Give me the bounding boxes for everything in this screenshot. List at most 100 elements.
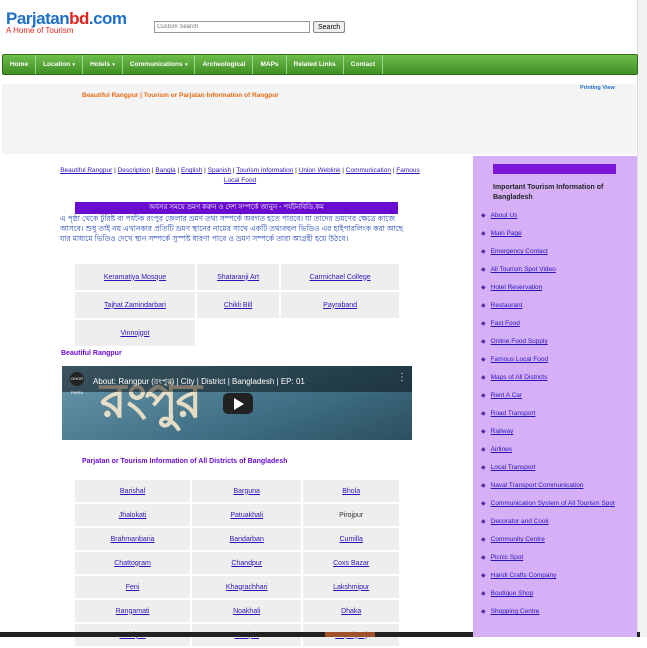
play-button-icon[interactable] xyxy=(223,393,253,414)
sidebar-link[interactable]: Emergency Contact xyxy=(491,248,548,255)
sidebar-item[interactable]: ◆ Shopping Centre xyxy=(481,608,615,626)
place-link[interactable]: Noakhali xyxy=(233,608,260,615)
section-link[interactable]: Beautiful Rangpur xyxy=(60,167,112,174)
sidebar-item[interactable]: ◆ Fast Food xyxy=(481,320,615,338)
place-link[interactable]: Barguna xyxy=(233,488,259,495)
sidebar-item[interactable]: ◆ Restaurant xyxy=(481,302,615,320)
sidebar-item[interactable]: ◆ Online Food Supply xyxy=(481,338,615,356)
video-player[interactable]: রংপুর GHOR PHIRA About: Rangpur (রংপুর) … xyxy=(62,366,412,440)
page-scrollbar[interactable] xyxy=(637,0,647,637)
video-title[interactable]: About: Rangpur (রংপুর) | City | District… xyxy=(93,376,305,389)
sidebar-item[interactable]: ◆ Main Page xyxy=(481,230,615,248)
sidebar-item[interactable]: ◆ Community Centre xyxy=(481,536,615,554)
sidebar-link[interactable]: Airlines xyxy=(491,446,512,453)
sidebar-item[interactable]: ◆ Boutique Shop xyxy=(481,590,615,608)
section-link[interactable]: Spanish xyxy=(208,167,232,174)
sidebar-link[interactable]: Shopping Centre xyxy=(491,608,540,615)
nav-item-contact[interactable]: Contact xyxy=(344,55,383,74)
table-cell: Lakshmipur xyxy=(303,576,399,598)
sidebar-item[interactable]: ◆ Emergency Contact xyxy=(481,248,615,266)
place-link[interactable]: Tajhat Zamindarbari xyxy=(104,302,166,309)
sidebar-item[interactable]: ◆ About Us xyxy=(481,212,615,230)
place-link[interactable]: Chandpur xyxy=(231,560,262,567)
place-link[interactable]: Shataranji Art xyxy=(217,274,259,281)
section-link[interactable]: Description xyxy=(118,167,151,174)
sidebar-link[interactable]: Rent A Car xyxy=(491,392,522,399)
place-label: Pirojpur xyxy=(339,511,364,519)
nav-item-maps[interactable]: MAPs xyxy=(253,55,287,74)
sidebar-item[interactable]: ◆ Handi Crafts Company xyxy=(481,572,615,590)
sidebar-item[interactable]: ◆ Road Transport xyxy=(481,410,615,428)
place-link[interactable]: Khagrachhari xyxy=(226,584,268,591)
sidebar-link[interactable]: Online Food Supply xyxy=(491,338,548,345)
sidebar-item[interactable]: ◆ Rent A Car xyxy=(481,392,615,410)
sidebar-link[interactable]: Community Centre xyxy=(491,536,545,543)
sidebar-link[interactable]: Railway xyxy=(491,428,514,435)
sidebar-item[interactable]: ◆ Picnic Spot xyxy=(481,554,615,572)
place-link[interactable]: Keramatiya Mosque xyxy=(104,274,166,281)
place-link[interactable]: Dhaka xyxy=(341,608,361,615)
sidebar-link[interactable]: Restaurant xyxy=(491,302,523,309)
nav-item-hotels[interactable]: Hotels ▾ xyxy=(83,55,123,74)
nav-item-archeological[interactable]: Archeological xyxy=(195,55,254,74)
channel-avatar[interactable]: GHOR PHIRA xyxy=(70,372,84,395)
section-link[interactable]: Union Weblink xyxy=(299,167,341,174)
sidebar-link[interactable]: Maps of All Districts xyxy=(491,374,548,381)
sidebar-link[interactable]: Handi Crafts Company xyxy=(491,572,557,579)
sidebar-item[interactable]: ◆ All Tourism Spot Video xyxy=(481,266,615,284)
search-button[interactable]: Search xyxy=(313,21,346,33)
place-link[interactable]: Brahmanbaria xyxy=(111,536,155,543)
sidebar-link[interactable]: Decorator and Cook xyxy=(491,518,549,525)
place-link[interactable]: Chikli Bill xyxy=(224,302,252,309)
nav-item-related-links[interactable]: Related Links xyxy=(287,55,344,74)
sidebar-link[interactable]: Local Transport xyxy=(491,464,536,471)
sidebar-item[interactable]: ◆ Hotel Reservation xyxy=(481,284,615,302)
section-link[interactable]: Communication xyxy=(346,167,391,174)
sidebar-link[interactable]: Naval Transport Communication xyxy=(491,482,584,489)
sidebar-item[interactable]: ◆ Airlines xyxy=(481,446,615,464)
place-link[interactable]: Coxs Bazar xyxy=(333,560,369,567)
sidebar-item[interactable]: ◆ Naval Transport Communication xyxy=(481,482,615,500)
place-link[interactable]: Barishal xyxy=(120,488,145,495)
sidebar-link[interactable]: Hotel Reservation xyxy=(491,284,543,291)
sidebar-link[interactable]: Boutique Shop xyxy=(491,590,534,597)
more-vert-icon[interactable]: ⋮ xyxy=(397,372,407,383)
sidebar-link[interactable]: Famous Local Food xyxy=(491,356,548,363)
printing-view-link[interactable]: Printing View xyxy=(580,85,615,91)
sidebar-item[interactable]: ◆ Famous Local Food xyxy=(481,356,615,374)
place-link[interactable]: Chattogram xyxy=(114,560,151,567)
sidebar-item[interactable]: ◆ Communication System of All Tourism Spo… xyxy=(481,500,615,518)
sidebar-link[interactable]: Picnic Spot xyxy=(491,554,524,561)
section-link[interactable]: English xyxy=(181,167,202,174)
sidebar-item[interactable]: ◆ Local Transport xyxy=(481,464,615,482)
place-link[interactable]: Jhalokati xyxy=(119,512,147,519)
section-link[interactable]: Bangla xyxy=(155,167,175,174)
place-link[interactable]: Feni xyxy=(126,584,140,591)
sidebar-link[interactable]: All Tourism Spot Video xyxy=(491,266,556,273)
logo-text: Parjatanbd.com xyxy=(6,9,127,28)
place-link[interactable]: Bhola xyxy=(342,488,360,495)
section-link[interactable]: Tourism Information xyxy=(236,167,293,174)
place-link[interactable]: Cumilla xyxy=(340,536,363,543)
place-link[interactable]: Rangamati xyxy=(116,608,150,615)
sidebar-link[interactable]: Road Transport xyxy=(491,410,536,417)
place-link[interactable]: Payraband xyxy=(323,302,357,309)
sidebar-item[interactable]: ◆ Decorator and Cook xyxy=(481,518,615,536)
place-link[interactable]: Bandarban xyxy=(230,536,264,543)
nav-item-location[interactable]: Location ▾ xyxy=(36,55,84,74)
search-input[interactable] xyxy=(154,21,310,33)
place-link[interactable]: Vinnojgot xyxy=(120,330,149,337)
place-link[interactable]: Carmichael College xyxy=(310,274,371,281)
site-logo[interactable]: Parjatanbd.com A Home of Tourism xyxy=(6,10,127,35)
sidebar-item[interactable]: ◆ Maps of All Districts xyxy=(481,374,615,392)
table-cell: Tajhat Zamindarbari xyxy=(75,292,195,318)
sidebar-item[interactable]: ◆ Railway xyxy=(481,428,615,446)
sidebar-link[interactable]: Main Page xyxy=(491,230,522,237)
sidebar-link[interactable]: Fast Food xyxy=(491,320,520,327)
place-link[interactable]: Patuakhali xyxy=(230,512,263,519)
place-link[interactable]: Lakshmipur xyxy=(333,584,369,591)
sidebar-link[interactable]: Communication System of All Tourism Spot xyxy=(491,500,615,507)
nav-item-communications[interactable]: Communications ▾ xyxy=(123,55,196,74)
nav-item-home[interactable]: Home xyxy=(3,55,37,74)
sidebar-link[interactable]: About Us xyxy=(491,212,518,219)
